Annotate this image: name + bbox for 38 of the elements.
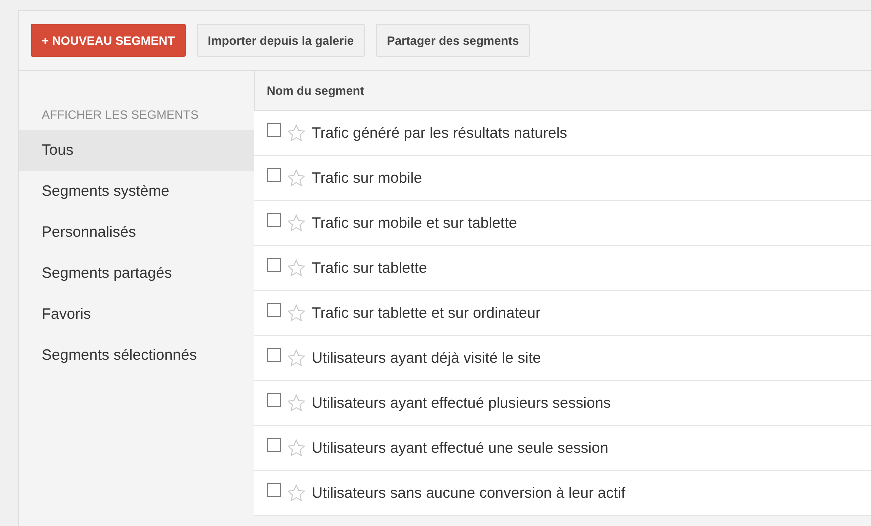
new-segment-button[interactable]: + NOUVEAU SEGMENT xyxy=(31,24,186,57)
checkbox[interactable] xyxy=(267,393,281,407)
star-icon[interactable] xyxy=(287,394,306,412)
segment-name: Trafic sur mobile xyxy=(312,170,422,186)
sidebar-item[interactable]: Personnalisés xyxy=(19,212,254,253)
star-icon[interactable] xyxy=(287,214,306,232)
segment-name: Trafic sur mobile et sur tablette xyxy=(312,214,518,232)
segment-name: Trafic généré par les résultats naturels xyxy=(312,124,568,142)
checkbox[interactable] xyxy=(267,258,281,272)
checkbox[interactable] xyxy=(267,303,281,317)
sidebar-heading: AFFICHER LES SEGMENTS xyxy=(41,108,200,124)
toolbar-button[interactable]: Importer depuis la galerie xyxy=(197,24,366,57)
segment-name: Trafic sur tablette xyxy=(312,260,428,276)
sidebar-item[interactable]: Segments sélectionnés xyxy=(19,335,254,376)
checkbox[interactable] xyxy=(267,483,281,497)
checkbox[interactable] xyxy=(267,438,281,452)
sidebar-item[interactable]: Favoris xyxy=(19,294,254,335)
sidebar-item[interactable]: Segments système xyxy=(19,171,254,212)
segment-name: Utilisateurs ayant effectué plusieurs sessions xyxy=(312,394,612,412)
star-icon[interactable] xyxy=(287,484,306,502)
column-header[interactable]: Nom du segment xyxy=(255,71,871,110)
segment-name: Utilisateurs sans aucune conversion à leur actif xyxy=(312,484,626,502)
sidebar-item[interactable]: Segments partagés xyxy=(19,253,254,294)
segment-name: Utilisateurs ayant effectué une seule session xyxy=(312,440,609,456)
checkbox[interactable] xyxy=(267,213,281,227)
star-icon[interactable] xyxy=(287,438,306,458)
star-icon[interactable] xyxy=(287,258,306,278)
segment-name: Utilisateurs ayant déjà visité le site xyxy=(312,350,542,366)
sidebar-item[interactable]: Tous xyxy=(19,130,254,171)
toolbar-button[interactable]: Partager des segments xyxy=(376,24,530,57)
star-icon[interactable] xyxy=(287,304,306,322)
checkbox[interactable] xyxy=(267,168,281,182)
star-icon[interactable] xyxy=(287,124,306,142)
star-icon[interactable] xyxy=(287,348,306,368)
segment-name: Trafic sur tablette et sur ordinateur xyxy=(312,304,541,322)
checkbox[interactable] xyxy=(267,348,281,362)
star-icon[interactable] xyxy=(287,168,306,188)
checkbox[interactable] xyxy=(267,123,281,137)
